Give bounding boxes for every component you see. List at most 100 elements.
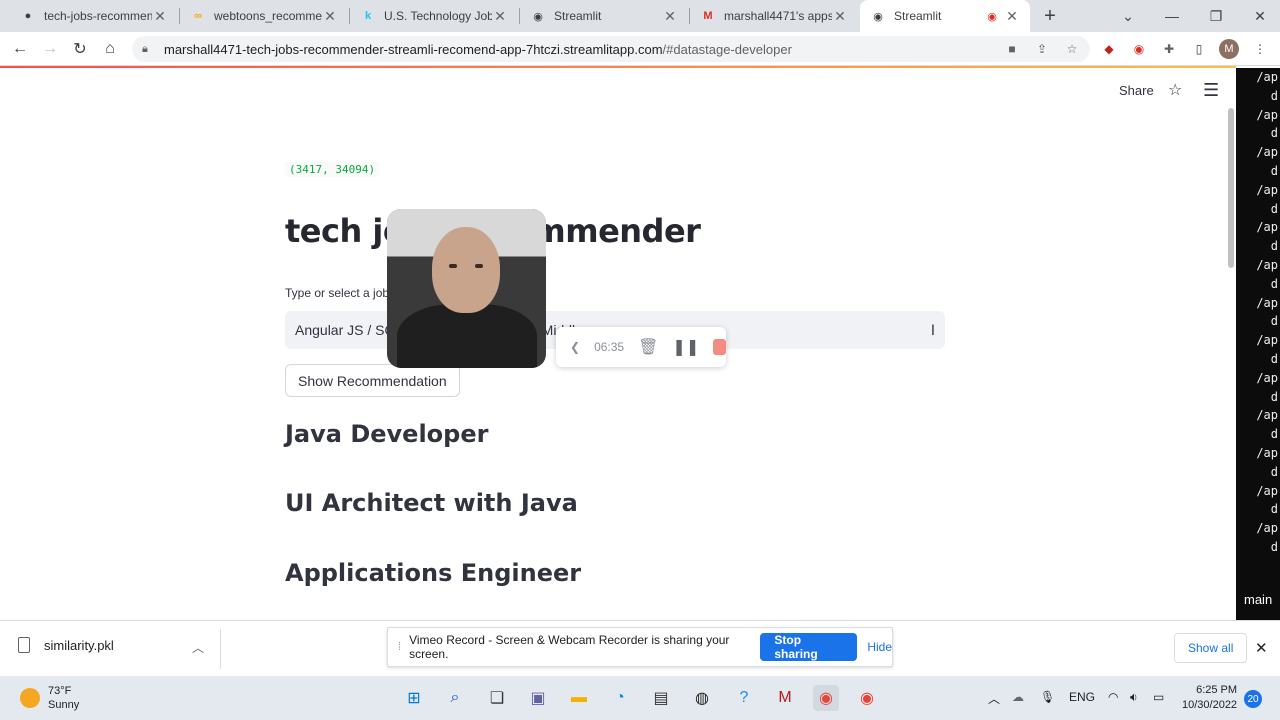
address-bar[interactable]: 🔒︎ marshall4471-tech-jobs-recommender-st… bbox=[132, 36, 1090, 62]
text-cursor-icon: Ⅰ bbox=[930, 321, 935, 338]
share-button[interactable]: Share bbox=[1119, 83, 1154, 98]
chevron-left-icon[interactable]: ❮ bbox=[570, 340, 580, 354]
bookmark-star-icon[interactable]: ☆ bbox=[1064, 41, 1080, 57]
terminal-line: /ap bbox=[1256, 107, 1278, 122]
clock-date: 10/30/2022 bbox=[1182, 699, 1238, 711]
stop-sharing-button[interactable]: Stop sharing bbox=[760, 633, 858, 661]
close-icon[interactable]: ✕ bbox=[322, 8, 338, 24]
trash-icon[interactable]: 🗑︎ bbox=[638, 337, 658, 357]
mcafee-icon[interactable]: M bbox=[772, 685, 798, 711]
reload-icon[interactable]: ↻ bbox=[68, 37, 92, 61]
weather-widget[interactable]: 73°F Sunny bbox=[20, 684, 79, 712]
sun-icon bbox=[20, 688, 40, 708]
terminal-line: d bbox=[1270, 427, 1278, 442]
chevron-up-icon[interactable]: ︿ bbox=[988, 690, 1000, 707]
help-icon[interactable]: ? bbox=[731, 685, 757, 711]
hide-button[interactable]: Hide bbox=[867, 640, 892, 654]
microphone-icon[interactable]: 🎙︎ bbox=[1040, 690, 1055, 704]
side-panel-icon[interactable]: ▯ bbox=[1190, 40, 1208, 58]
drag-handle-icon[interactable]: ⁞ bbox=[398, 641, 401, 653]
webcam-eye bbox=[449, 264, 457, 268]
puzzle-icon[interactable]: ✚ bbox=[1160, 40, 1178, 58]
chrome-profile-icon[interactable]: ◉ bbox=[813, 685, 839, 711]
speaker-icon[interactable]: 🔉︎ bbox=[1130, 690, 1138, 705]
colab-icon: ∞ bbox=[194, 10, 202, 22]
pause-icon[interactable]: ❚❚ bbox=[672, 337, 699, 357]
terminal-line: /ap bbox=[1256, 145, 1278, 160]
onedrive-cloud-icon[interactable]: ☁ bbox=[1012, 690, 1024, 704]
clock[interactable]: 6:25 PM 10/30/2022 bbox=[1182, 683, 1237, 713]
recording-timer: 06:35 bbox=[594, 340, 625, 354]
temperature: 73°F bbox=[48, 685, 72, 697]
avatar[interactable]: M bbox=[1219, 39, 1239, 59]
recommendation-item: Applications Engineer bbox=[285, 559, 582, 587]
chrome-icon[interactable]: ◉ bbox=[854, 685, 880, 711]
share-page-icon[interactable]: ⇪ bbox=[1034, 41, 1050, 57]
camera-icon[interactable]: ■ bbox=[1004, 41, 1020, 57]
recommendation-item: Java Developer bbox=[285, 420, 489, 448]
stop-recording-button[interactable] bbox=[713, 339, 726, 355]
tab-github[interactable]: ● tech-jobs-recommend ✕ bbox=[10, 0, 178, 32]
close-icon[interactable]: ✕ bbox=[152, 8, 168, 24]
terminal-line: d bbox=[1270, 239, 1278, 254]
close-icon[interactable]: ✕ bbox=[662, 8, 678, 24]
terminal-line: d bbox=[1270, 314, 1278, 329]
star-icon[interactable]: ☆ bbox=[1168, 80, 1182, 100]
hamburger-menu-icon[interactable]: ☰ bbox=[1203, 80, 1219, 101]
recommendation-item: UI Architect with Java bbox=[285, 489, 578, 517]
steam-icon[interactable]: ◍ bbox=[689, 685, 715, 711]
terminal-line: /ap bbox=[1256, 182, 1278, 197]
chevron-up-icon[interactable]: ︿ bbox=[192, 639, 204, 656]
forward-icon[interactable]: → bbox=[38, 37, 62, 61]
extension-icon[interactable]: ◆ bbox=[1100, 40, 1118, 58]
webcam-person-body bbox=[397, 304, 537, 368]
task-view-icon[interactable]: ❏ bbox=[484, 685, 510, 711]
wifi-icon[interactable]: ◠ bbox=[1108, 690, 1118, 704]
battery-icon[interactable]: ▭ bbox=[1153, 690, 1164, 704]
close-icon[interactable]: ✕ bbox=[832, 8, 848, 24]
close-icon[interactable]: ✕ bbox=[1004, 8, 1020, 24]
webcam-preview[interactable] bbox=[387, 209, 546, 368]
new-tab-button[interactable]: + bbox=[1038, 4, 1062, 28]
more-menu-icon[interactable]: ⋮ bbox=[1251, 40, 1269, 58]
divider bbox=[220, 629, 221, 669]
recorder-controls: ❮ 06:35 🗑︎ ❚❚ bbox=[556, 327, 726, 367]
close-icon[interactable]: ✕ bbox=[1255, 639, 1268, 657]
tab-colab[interactable]: ∞ webtoons_recommen ✕ bbox=[180, 0, 348, 32]
terminal-line: d bbox=[1270, 164, 1278, 178]
notification-badge[interactable]: 20 bbox=[1244, 690, 1262, 708]
store-icon[interactable]: ▤ bbox=[648, 685, 674, 711]
lock-icon: 🔒︎ bbox=[142, 42, 148, 55]
terminal-line: /ap bbox=[1256, 258, 1278, 272]
restore-button[interactable]: ❐ bbox=[1196, 0, 1236, 32]
home-icon[interactable]: ⌂ bbox=[98, 37, 122, 61]
tab-title: U.S. Technology Jobs bbox=[384, 9, 492, 23]
github-icon: ● bbox=[24, 10, 32, 22]
close-icon[interactable]: ✕ bbox=[492, 8, 508, 24]
tab-streamlit-active[interactable]: ◉ Streamlit ◉ ✕ bbox=[860, 0, 1030, 32]
teams-chat-icon[interactable]: ▣ bbox=[525, 685, 551, 711]
tab-streamlit[interactable]: ◉ Streamlit ✕ bbox=[520, 0, 688, 32]
download-item[interactable]: similarity.pkl bbox=[18, 637, 114, 653]
back-icon[interactable]: ← bbox=[8, 37, 32, 61]
terminal-panel: main /ap d/ap d/ap d/ap d/ap d/ap d/ap d/ap d/ap… bbox=[1236, 68, 1280, 620]
show-all-button[interactable]: Show all bbox=[1174, 633, 1248, 663]
edge-icon[interactable]: ◔ bbox=[607, 685, 633, 711]
minimize-button[interactable]: — bbox=[1152, 0, 1192, 32]
language-indicator[interactable]: ENG bbox=[1069, 690, 1095, 704]
sharing-message: Vimeo Record - Screen & Webcam Recorder … bbox=[409, 633, 730, 661]
terminal-line: d bbox=[1270, 126, 1278, 141]
tab-gmail[interactable]: M marshall4471's apps ✕ bbox=[690, 0, 858, 32]
close-window-button[interactable]: ✕ bbox=[1240, 0, 1280, 32]
windows-start-icon[interactable]: ⊞ bbox=[401, 685, 427, 711]
scrollbar[interactable] bbox=[1228, 108, 1234, 268]
tab-kaggle[interactable]: k U.S. Technology Jobs ✕ bbox=[350, 0, 518, 32]
tab-search-icon[interactable]: ⌄ bbox=[1108, 0, 1148, 32]
tab-title: marshall4471's apps bbox=[724, 9, 832, 23]
file-explorer-icon[interactable]: ▬ bbox=[566, 685, 592, 711]
search-icon[interactable]: ⌕ bbox=[442, 685, 468, 711]
show-recommendation-button[interactable]: Show Recommendation bbox=[285, 364, 460, 397]
streamlit-icon: ◉ bbox=[533, 10, 543, 23]
tab-title: Streamlit bbox=[894, 9, 942, 23]
record-extension-icon[interactable]: ◉ bbox=[1130, 40, 1148, 58]
